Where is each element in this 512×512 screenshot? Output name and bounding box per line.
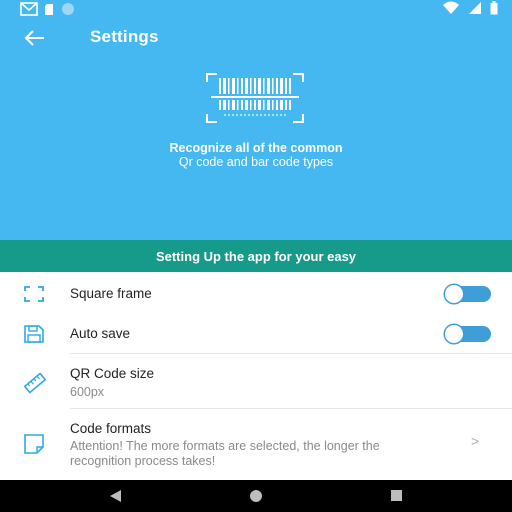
status-bar: [0, 0, 512, 20]
toggle-knob: [445, 325, 463, 343]
setting-qr-size[interactable]: QR Code size 600px: [0, 354, 512, 409]
save-disk-icon: [24, 325, 44, 343]
setting-auto-save[interactable]: Auto save: [0, 314, 512, 354]
wifi-icon: [443, 1, 459, 14]
square-frame-icon: [24, 286, 44, 302]
code-formats-description: Attention! The more formats are selected…: [70, 439, 380, 468]
auto-save-toggle[interactable]: [445, 325, 491, 343]
navigation-bar: [0, 480, 512, 512]
battery-icon: [490, 1, 498, 15]
barcode-scan-icon: [205, 72, 305, 124]
qr-size-label: QR Code size: [70, 366, 155, 381]
auto-save-label: Auto save: [70, 326, 131, 341]
signal-icon: [469, 2, 481, 14]
tagline-secondary: Qr code and bar code types: [178, 155, 334, 169]
nav-back-icon[interactable]: [108, 489, 122, 503]
square-frame-toggle[interactable]: [445, 285, 491, 303]
toggle-knob: [445, 285, 463, 303]
sd-card-icon: [45, 3, 53, 15]
ruler-icon: [24, 372, 46, 394]
nav-recents-icon[interactable]: [390, 489, 403, 502]
square-frame-label: Square frame: [70, 286, 152, 301]
page-title: Settings: [90, 27, 159, 46]
code-formats-label: Code formats: [70, 421, 152, 436]
setting-code-formats[interactable]: Code formats Attention! The more formats…: [0, 409, 512, 480]
status-left-icons: [20, 1, 76, 17]
back-button[interactable]: [20, 26, 50, 50]
chevron-right-icon[interactable]: >: [471, 433, 479, 449]
arrow-left-icon: [24, 30, 44, 46]
setup-banner-text: Setting Up the app for your easy: [155, 248, 357, 264]
status-right-icons: [442, 1, 498, 15]
qr-size-value: 600px: [70, 385, 105, 399]
setting-square-frame[interactable]: Square frame: [0, 272, 512, 314]
tagline-primary: Recognize all of the common: [169, 141, 343, 155]
nav-home-icon[interactable]: [249, 489, 263, 503]
sync-dot-icon: [62, 3, 74, 15]
note-icon: [24, 434, 44, 454]
setup-banner: Setting Up the app for your easy: [0, 240, 512, 272]
gmail-icon: [20, 2, 38, 16]
